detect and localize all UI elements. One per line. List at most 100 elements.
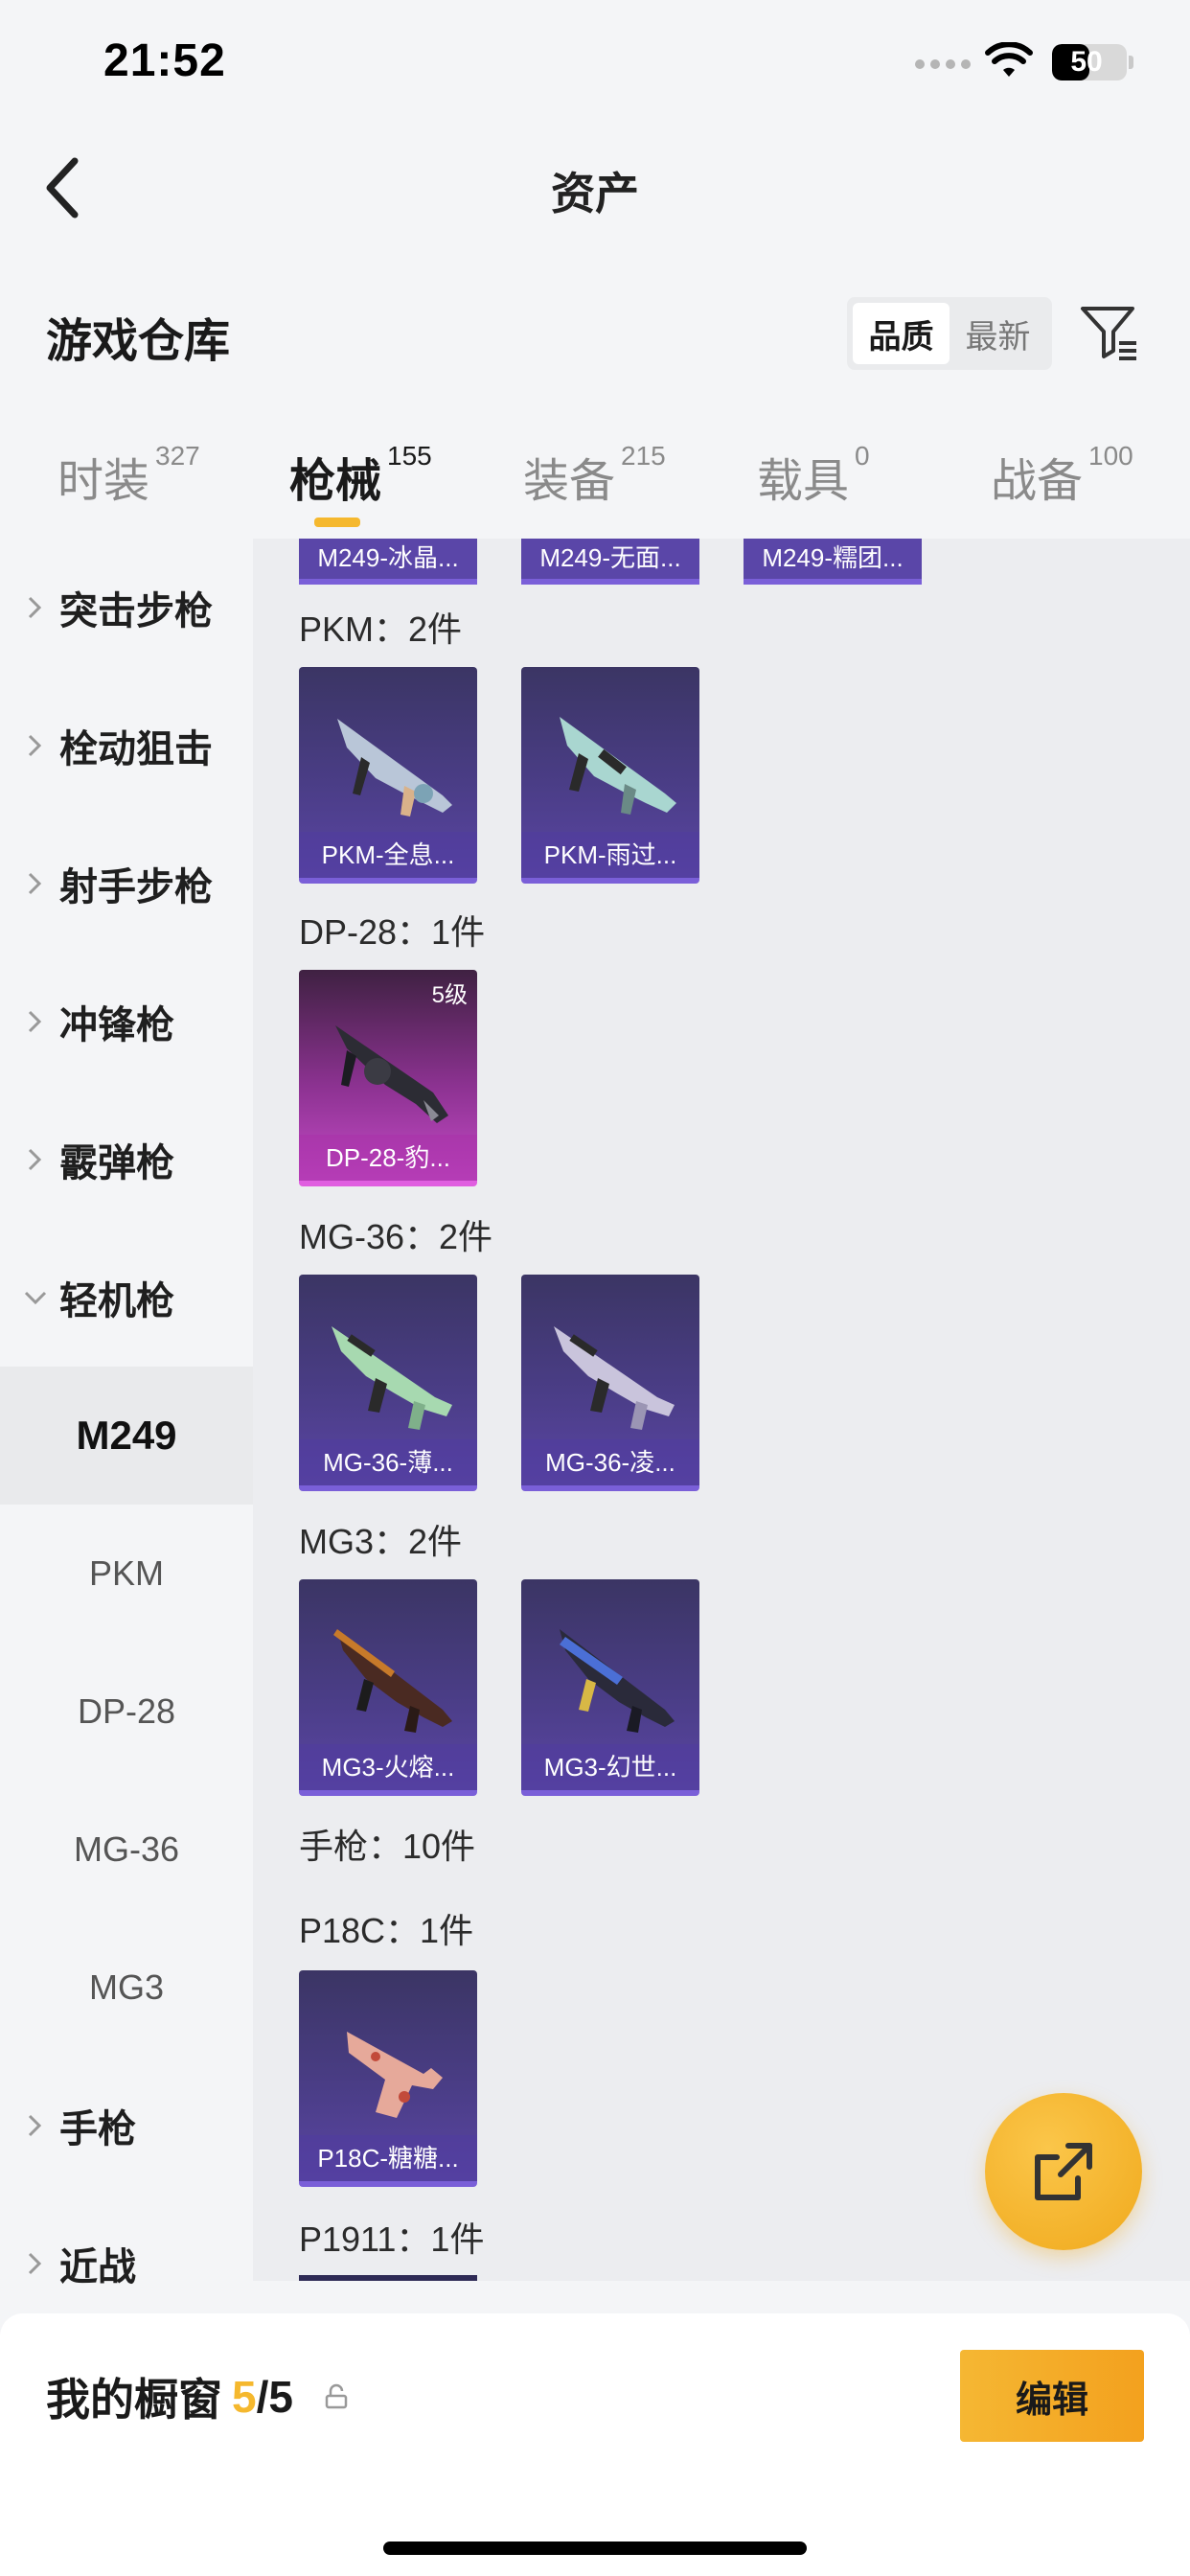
tab-label: 载具 [757,456,850,507]
sidebar-item-label: 轻机枪 [59,1280,174,1322]
group-label: DP-28：1件 [299,912,486,952]
home-indicator [383,2542,807,2555]
sidebar-sub-m249[interactable]: M249 [0,1367,253,1505]
sidebar-item-smg[interactable]: 冲锋枪 [0,953,253,1091]
bottom-bar: 我的橱窗 5 /5 编辑 [0,2313,1190,2576]
sort-toggle: 品质 最新 [847,297,1052,370]
battery-level: 50 [1070,46,1103,78]
tab-equipment[interactable]: 装备 215 [523,441,666,510]
item-name: MG-36-凌... [521,1439,699,1485]
item-card[interactable]: P18C-糖糖... [299,1970,477,2187]
sidebar-sub-mg3[interactable]: MG3 [0,1919,253,2057]
sidebar-item-bolt-sniper[interactable]: 栓动狙击 [0,677,253,815]
sidebar-item-pistol[interactable]: 手枪 [0,2057,253,2195]
group-label: P1911：1件 [299,2220,485,2259]
edit-button[interactable]: 编辑 [960,2350,1144,2442]
sidebar-sub-dp28[interactable]: DP-28 [0,1643,253,1781]
tab-vehicles[interactable]: 载具 0 [757,441,870,510]
item-card[interactable]: 5级 DP-28-豹... [299,970,477,1186]
item-name: PKM-全息... [299,832,477,878]
chevron-down-icon [24,1291,47,1305]
sidebar-item-marksman-rifle[interactable]: 射手步枪 [0,815,253,953]
group-label: PKM：2件 [299,610,463,649]
item-name: PKM-雨过... [521,832,699,878]
item-name: P18C-糖糖... [299,2135,477,2181]
sort-option-newest[interactable]: 最新 [950,303,1046,364]
active-tab-indicator [314,518,360,527]
showcase-total: /5 [256,2372,293,2422]
tab-label: 装备 [523,456,616,507]
tab-label: 时装 [57,456,150,507]
item-card[interactable]: PKM-全息... [299,667,477,884]
category-tabs: 时装 327 枪械 155 装备 215 载具 0 战备 100 [0,422,1190,539]
battery-cap [1129,56,1133,69]
group-label: P18C：1件 [299,1911,474,1950]
signal-icon [915,59,971,69]
group-label: MG3：2件 [299,1522,463,1561]
share-icon [1035,2143,1092,2200]
sidebar-sub-mg36[interactable]: MG-36 [0,1781,253,1919]
sidebar: 突击步枪 栓动狙击 射手步枪 冲锋枪 霰弹枪 轻机枪 M249 PKM DP-2… [0,539,253,2288]
pistol-icon [347,2032,443,2118]
item-name: M249-糯团... [762,543,904,572]
item-name: MG3-幻世... [521,1744,699,1790]
page-title: 资产 [551,169,639,218]
tab-count: 215 [621,441,666,471]
machine-gun-icon [554,1326,675,1430]
battery-icon: 50 [1052,44,1127,80]
item-name: MG-36-薄... [299,1439,477,1485]
lock-icon [325,2383,348,2409]
tab-gear[interactable]: 战备 100 [991,441,1133,510]
chevron-right-icon [28,1010,42,1033]
tab-label: 枪械 [289,456,382,507]
item-card[interactable]: M249-无面... [521,539,699,585]
chevron-right-icon [28,2114,42,2137]
sidebar-item-lmg[interactable]: 轻机枪 [0,1229,253,1367]
item-name: M249-无面... [539,543,681,572]
sidebar-item-label: 射手步枪 [59,866,213,908]
sidebar-sub-pkm[interactable]: PKM [0,1505,253,1643]
machine-gun-icon [332,1326,452,1430]
chevron-right-icon [28,2252,42,2275]
item-card[interactable] [299,2275,477,2281]
machine-gun-icon [560,1629,675,1733]
section-title: 游戏仓库 [46,316,231,367]
tab-fashion[interactable]: 时装 327 [57,441,200,510]
machine-gun-icon [333,1629,452,1733]
showcase-title: 我的橱窗 [46,2375,222,2425]
machine-gun-icon [335,1025,448,1123]
sidebar-item-melee[interactable]: 近战 [0,2195,253,2333]
chevron-right-icon [28,872,42,895]
sort-option-quality[interactable]: 品质 [853,303,950,364]
share-button[interactable] [985,2093,1142,2250]
item-grid: M249-冰晶... M249-无面... M249-糯团... PKM：2件 … [253,539,1190,2281]
item-card[interactable]: MG3-幻世... [521,1579,699,1796]
showcase-count: 5 [232,2372,257,2422]
chevron-right-icon [28,1148,42,1171]
sidebar-item-shotgun[interactable]: 霰弹枪 [0,1091,253,1229]
item-card[interactable]: M249-糯团... [744,539,922,585]
machine-gun-icon [337,719,452,816]
item-card[interactable]: MG-36-凌... [521,1275,699,1491]
chevron-right-icon [28,596,42,619]
group-label: MG-36：2件 [299,1217,493,1256]
sidebar-item-label: 突击步枪 [59,590,213,632]
sidebar-item-label: 近战 [59,2246,136,2288]
item-card[interactable]: MG-36-薄... [299,1275,477,1491]
sidebar-item-assault-rifle[interactable]: 突击步枪 [0,539,253,677]
item-card[interactable]: MG3-火熔... [299,1579,477,1796]
pistol-category-label: 手枪：10件 [299,1827,476,1866]
tab-firearms[interactable]: 枪械 155 [289,441,432,510]
item-card[interactable]: M249-冰晶... [299,539,477,585]
chevron-right-icon [28,734,42,757]
machine-gun-icon [560,717,676,815]
status-time: 21:52 [103,35,226,86]
filter-icon[interactable] [1077,301,1140,364]
showcase-label: 我的橱窗 5 /5 [46,2365,351,2428]
tab-count: 0 [855,441,870,471]
item-name: MG3-火熔... [299,1744,477,1790]
item-card[interactable]: PKM-雨过... [521,667,699,884]
tab-count: 100 [1088,441,1133,471]
sidebar-item-label: 霰弹枪 [59,1142,174,1184]
sidebar-item-label: 手枪 [59,2108,136,2150]
